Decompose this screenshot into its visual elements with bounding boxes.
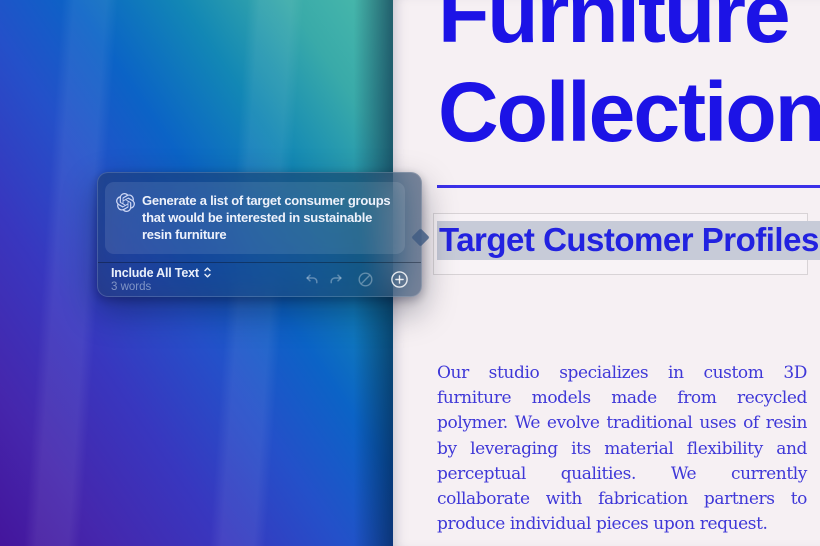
title-line-1: Furniture bbox=[438, 0, 789, 60]
stop-button[interactable] bbox=[357, 271, 374, 288]
section-heading-text: Target Customer Profiles bbox=[439, 221, 819, 258]
section-divider-rule bbox=[437, 185, 820, 188]
body-paragraph[interactable]: Our studio specializes in custom 3D furn… bbox=[437, 361, 807, 537]
text-selection-highlight: Target Customer Profiles¶ bbox=[437, 221, 820, 260]
redo-icon bbox=[328, 272, 344, 288]
updown-chevron-icon bbox=[203, 266, 212, 279]
popup-footer: Include All Text 3 words bbox=[98, 262, 421, 298]
word-count-label: 3 words bbox=[111, 281, 212, 294]
openai-logo-icon bbox=[116, 193, 135, 212]
undo-button[interactable] bbox=[304, 272, 320, 288]
add-button[interactable] bbox=[390, 270, 409, 289]
scope-selector-label: Include All Text bbox=[111, 266, 199, 280]
popup-action-icons bbox=[304, 270, 409, 289]
undo-icon bbox=[304, 272, 320, 288]
title-line-2: Collection bbox=[438, 65, 820, 159]
stop-slash-icon bbox=[357, 271, 374, 288]
redo-button[interactable] bbox=[328, 272, 344, 288]
prompt-bubble[interactable]: Generate a list of target consumer group… bbox=[105, 182, 405, 254]
scope-selector[interactable]: Include All Text 3 words bbox=[111, 266, 212, 294]
document-panel[interactable]: FurnitureCollection Target Customer Prof… bbox=[393, 0, 820, 546]
writing-tools-popup: Generate a list of target consumer group… bbox=[97, 172, 422, 297]
section-heading-box[interactable]: Target Customer Profiles¶ bbox=[433, 213, 808, 275]
add-plus-icon bbox=[390, 270, 409, 289]
section-heading[interactable]: Target Customer Profiles¶ bbox=[437, 221, 820, 259]
prompt-text: Generate a list of target consumer group… bbox=[142, 192, 397, 243]
document-title[interactable]: FurnitureCollection bbox=[438, 0, 820, 162]
screen: FurnitureCollection Target Customer Prof… bbox=[0, 0, 820, 546]
